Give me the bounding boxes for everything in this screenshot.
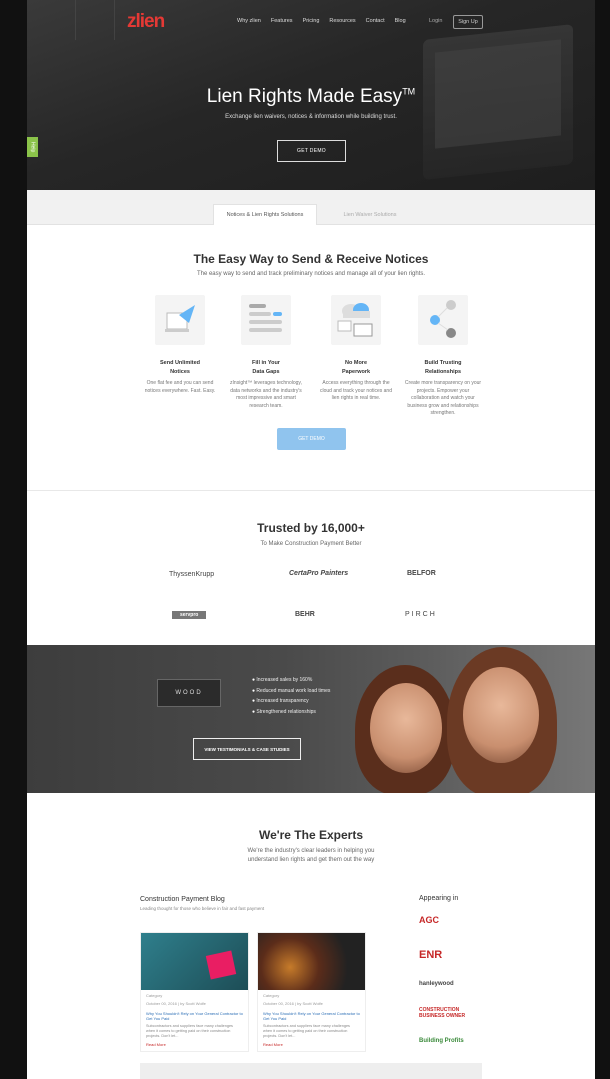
get-demo-button[interactable]: GET DEMO — [277, 140, 346, 162]
bullet-item: Increased transparency — [252, 696, 330, 707]
blog-post-image — [141, 933, 248, 990]
hero-title: Lien Rights Made EasyTM — [206, 86, 416, 107]
experts-subtitle: We're the industry's clear leaders in he… — [247, 848, 375, 854]
feature-heading: Build Trusting Relationships — [424, 360, 462, 375]
house-icon — [205, 950, 237, 980]
post-title[interactable]: Why You Shouldn't Rely on Your General C… — [141, 1006, 248, 1021]
features-subtitle: The easy way to send and track prelimina… — [196, 271, 426, 277]
cbo-logo: CONSTRUCTION BUSINESS OWNER — [419, 1007, 466, 1019]
feature-description: Access everything through the cloud and … — [320, 380, 392, 401]
bullet-item: Reduced manual work load times — [252, 686, 330, 697]
building-profits-logo: Building Profits — [419, 1038, 464, 1044]
features-title: The Easy Way to Send & Receive Notices — [193, 252, 429, 266]
experts-section: We're The Experts We're the industry's c… — [27, 793, 595, 1079]
person-face — [463, 667, 539, 763]
feature-card: Build Trusting Relationships Create more … — [403, 295, 483, 418]
tab-lien-waivers[interactable]: Lien Waiver Solutions — [327, 204, 413, 225]
bullet-item: Strengthened relationships — [252, 707, 330, 718]
testimonial-bullets: Increased sales by 160% Reduced manual w… — [252, 675, 330, 717]
read-more-link[interactable]: Read More — [258, 1039, 365, 1047]
feature-heading: No More Paperwork — [341, 360, 371, 375]
post-category[interactable]: Category — [258, 990, 365, 998]
nav-link-why[interactable]: Why zlien — [237, 18, 261, 24]
feature-card: No More Paperwork Access everything throu… — [316, 295, 396, 403]
help-tab[interactable]: Help — [27, 137, 38, 157]
blog-post-image — [258, 933, 365, 990]
nav-link-resources[interactable]: Resources — [329, 18, 355, 24]
paper-plane-icon — [155, 295, 205, 345]
bottom-band — [140, 1063, 482, 1079]
blog-subtitle: Leading thought for those who believe in… — [140, 906, 265, 911]
features-section: The Easy Way to Send & Receive Notices T… — [27, 225, 595, 491]
trusted-title: Trusted by 16,000+ — [257, 521, 365, 535]
view-testimonials-button[interactable]: VIEW TESTIMONIALS & CASE STUDIES — [193, 738, 301, 760]
feature-card: Fill in Your Data Gaps zInsight™ leverage… — [226, 295, 306, 410]
bullet-item: Increased sales by 160% — [252, 675, 330, 686]
trusted-section: Trusted by 16,000+ To Make Construction … — [27, 491, 595, 645]
nav-link-contact[interactable]: Contact — [366, 18, 385, 24]
nav-links: Why zlien Features Pricing Resources Con… — [237, 18, 406, 24]
thyssenkrupp-logo: ThyssenKrupp — [169, 571, 215, 578]
testimonial-section: WOOD Increased sales by 160% Reduced man… — [27, 645, 595, 793]
belfor-logo: BELFOR — [407, 570, 436, 577]
servpro-logo: servpro — [172, 611, 207, 619]
certapro-logo: CertaPro Painters — [289, 570, 349, 577]
experts-title: We're The Experts — [258, 828, 363, 842]
post-title[interactable]: Why You Shouldn't Rely on Your General C… — [258, 1006, 365, 1021]
read-more-link[interactable]: Read More — [141, 1039, 248, 1047]
feature-heading: Send Unlimited Notices — [159, 360, 201, 375]
pirch-logo: PIRCH — [405, 611, 437, 618]
nav-link-features[interactable]: Features — [271, 18, 293, 24]
feature-description: zInsight™ leverages technology, data net… — [230, 380, 302, 409]
form-fields-icon — [241, 295, 291, 345]
post-meta: October 00, 2016 | by Scott Wolfe — [146, 1001, 206, 1006]
feature-card: Send Unlimited Notices One flat fee and y… — [140, 295, 220, 395]
top-nav: zlien Why zlien Features Pricing Resourc… — [27, 0, 595, 44]
person-face — [370, 683, 442, 773]
experts-subtitle: understand lien rights and get them out … — [247, 857, 375, 863]
agc-logo: AGC — [419, 915, 439, 925]
hero-subtitle: Exchange lien waivers, notices & informa… — [225, 114, 397, 120]
page: zlien Why zlien Features Pricing Resourc… — [27, 0, 595, 1079]
relationship-network-icon — [418, 295, 468, 345]
wood-logo: WOOD — [157, 679, 221, 707]
login-link[interactable]: Login — [429, 18, 442, 24]
hanleywood-logo: hanleywood — [419, 981, 454, 987]
features-get-demo-button[interactable]: GET DEMO — [277, 428, 346, 450]
nav-link-blog[interactable]: Blog — [395, 18, 406, 24]
feature-description: Create more transparency on your project… — [404, 380, 482, 416]
behr-logo: BEHR — [295, 611, 315, 618]
nav-link-pricing[interactable]: Pricing — [303, 18, 320, 24]
appearing-in-title: Appearing in — [419, 895, 459, 902]
tab-notices[interactable]: Notices & Lien Rights Solutions — [213, 204, 317, 225]
hero-section: zlien Why zlien Features Pricing Resourc… — [27, 0, 595, 190]
trusted-subtitle: To Make Construction Payment Better — [260, 541, 362, 547]
zlien-logo[interactable]: zlien — [127, 11, 165, 33]
feature-description: One flat fee and you can send notices ev… — [144, 380, 216, 394]
post-excerpt: Subcontractors and suppliers face many c… — [263, 1024, 350, 1038]
blog-title[interactable]: Construction Payment Blog — [140, 896, 225, 903]
blog-post-card[interactable]: Category October 00, 2016 | by Scott Wol… — [257, 932, 366, 1052]
solution-tabs: Notices & Lien Rights Solutions Lien Wai… — [27, 190, 595, 225]
post-meta: October 00, 2016 | by Scott Wolfe — [263, 1001, 323, 1006]
post-excerpt: Subcontractors and suppliers face many c… — [146, 1024, 233, 1038]
enr-logo: ENR — [419, 949, 443, 961]
signup-button[interactable]: Sign Up — [453, 15, 483, 29]
blog-post-card[interactable]: Category October 00, 2016 | by Scott Wol… — [140, 932, 249, 1052]
feature-heading: Fill in Your Data Gaps — [252, 360, 280, 375]
post-category[interactable]: Category — [141, 990, 248, 998]
cloud-icon — [331, 295, 381, 345]
